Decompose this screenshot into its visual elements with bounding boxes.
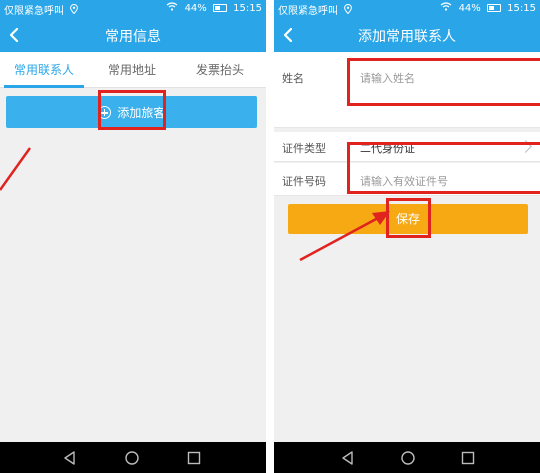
right-phone-screen: 仅限紧急呼叫 44% 15:15 添加常用联系人 姓名 请输入姓名 证件类型 二… bbox=[274, 0, 540, 473]
screen-divider bbox=[266, 0, 274, 473]
nav-back-icon[interactable] bbox=[340, 450, 356, 466]
highlight-box-add bbox=[98, 90, 166, 130]
id-type-label: 证件类型 bbox=[282, 142, 326, 155]
id-number-label: 证件号码 bbox=[282, 175, 326, 188]
page-title: 常用信息 bbox=[105, 29, 161, 45]
nav-recent-icon[interactable] bbox=[186, 450, 202, 466]
battery-percent: 44% bbox=[184, 3, 207, 14]
tab-addresses[interactable]: 常用地址 bbox=[88, 52, 176, 88]
location-icon bbox=[344, 3, 353, 17]
nav-home-icon[interactable] bbox=[400, 450, 416, 466]
wifi-icon bbox=[166, 2, 181, 14]
location-icon bbox=[70, 3, 79, 17]
status-bar: 仅限紧急呼叫 44% 15:15 bbox=[0, 0, 266, 18]
highlight-box-name bbox=[347, 58, 540, 106]
contacts-list-empty bbox=[0, 136, 266, 442]
page-title: 添加常用联系人 bbox=[358, 29, 456, 45]
status-time: 15:15 bbox=[507, 3, 536, 14]
status-bar: 仅限紧急呼叫 44% 15:15 bbox=[274, 0, 540, 18]
nav-back-icon[interactable] bbox=[62, 450, 78, 466]
battery-icon bbox=[486, 4, 501, 12]
battery-icon bbox=[212, 4, 227, 12]
name-label: 姓名 bbox=[282, 72, 304, 85]
title-bar: 添加常用联系人 bbox=[274, 18, 540, 52]
tab-contacts[interactable]: 常用联系人 bbox=[0, 52, 88, 88]
status-time: 15:15 bbox=[233, 3, 262, 14]
nav-home-icon[interactable] bbox=[124, 450, 140, 466]
carrier-text: 仅限紧急呼叫 bbox=[278, 6, 338, 17]
highlight-box-save bbox=[386, 198, 431, 238]
android-nav-bar bbox=[274, 442, 540, 473]
wifi-icon bbox=[440, 2, 455, 14]
tab-bar: 常用联系人 常用地址 发票抬头 bbox=[0, 52, 266, 88]
left-phone-screen: 仅限紧急呼叫 44% 15:15 常用信息 常用联系人 常用地址 发票抬头 添加… bbox=[0, 0, 266, 473]
nav-recent-icon[interactable] bbox=[460, 450, 476, 466]
android-nav-bar bbox=[0, 442, 266, 473]
battery-percent: 44% bbox=[458, 3, 481, 14]
active-tab-indicator bbox=[4, 85, 84, 88]
title-bar: 常用信息 bbox=[0, 18, 266, 52]
tab-invoice-titles[interactable]: 发票抬头 bbox=[176, 52, 264, 88]
highlight-box-id bbox=[347, 142, 540, 194]
carrier-text: 仅限紧急呼叫 bbox=[4, 6, 64, 17]
